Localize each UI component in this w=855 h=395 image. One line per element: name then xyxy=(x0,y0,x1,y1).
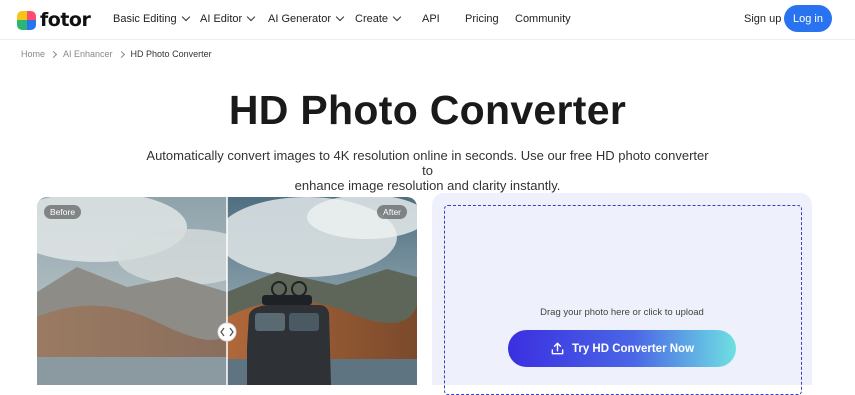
upload-panel[interactable]: Drag your photo here or click to upload … xyxy=(432,193,812,395)
nav-label: AI Editor xyxy=(200,13,243,25)
before-after-compare[interactable]: Before After xyxy=(37,197,417,385)
chevron-down-icon xyxy=(246,12,256,22)
top-navbar: fotor Basic Editing AI Editor AI Generat… xyxy=(0,0,855,40)
before-label: Before xyxy=(44,205,82,219)
breadcrumb: Home AI Enhancer HD Photo Converter xyxy=(21,49,212,59)
breadcrumb-current: HD Photo Converter xyxy=(130,49,212,59)
chevron-down-icon xyxy=(335,12,345,22)
logo-text: fotor xyxy=(40,9,91,31)
upload-icon xyxy=(551,342,564,355)
nav-create[interactable]: Create xyxy=(355,12,402,25)
nav-label: Create xyxy=(355,13,389,25)
page-title: HD Photo Converter xyxy=(228,87,627,133)
nav-api[interactable]: API xyxy=(422,13,440,25)
subtitle-line-2: enhance image resolution and clarity ins… xyxy=(294,178,561,193)
nav-pricing[interactable]: Pricing xyxy=(465,13,499,25)
chevron-down-icon xyxy=(392,12,402,22)
page-subtitle: Automatically convert images to 4K resol… xyxy=(140,148,715,193)
chevron-right-icon xyxy=(117,50,125,58)
nav-label: AI Generator xyxy=(268,13,331,25)
nav-label: Pricing xyxy=(465,13,499,25)
signup-link[interactable]: Sign up xyxy=(744,13,781,25)
landscape-photo xyxy=(37,197,417,385)
login-button[interactable]: Log in xyxy=(784,5,832,32)
nav-label: API xyxy=(422,13,440,25)
nav-label: Community xyxy=(515,13,571,25)
try-button-label: Try HD Converter Now xyxy=(571,342,695,355)
breadcrumb-home[interactable]: Home xyxy=(21,49,45,59)
nav-basic-editing[interactable]: Basic Editing xyxy=(113,12,190,25)
nav-community[interactable]: Community xyxy=(515,13,571,25)
chevron-down-icon xyxy=(181,12,190,22)
subtitle-line-1: Automatically convert images to 4K resol… xyxy=(146,148,709,178)
try-hd-converter-button[interactable]: Try HD Converter Now xyxy=(508,330,736,367)
drag-hint: Drag your photo here or click to upload xyxy=(540,307,704,318)
fotor-logo[interactable]: fotor xyxy=(17,9,91,31)
fotor-logo-icon xyxy=(17,10,36,30)
after-label: After xyxy=(377,205,407,219)
nav-label: Basic Editing xyxy=(113,13,177,25)
breadcrumb-ai-enhancer[interactable]: AI Enhancer xyxy=(63,49,113,59)
chevron-right-icon xyxy=(49,50,58,58)
nav-ai-generator[interactable]: AI Generator xyxy=(268,12,345,25)
nav-ai-editor[interactable]: AI Editor xyxy=(200,12,256,25)
compare-slider-handle[interactable] xyxy=(217,322,237,342)
